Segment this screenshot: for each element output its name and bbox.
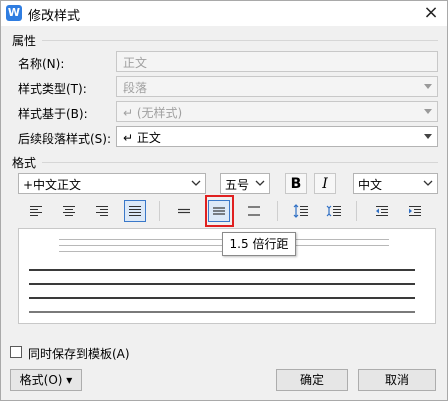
toolbar-separator <box>159 201 160 221</box>
preview-text-line <box>29 311 415 313</box>
save-to-template-label: 同时保存到模板(A) <box>28 347 130 361</box>
font-size-value: 五号 <box>225 178 250 192</box>
align-right-icon[interactable] <box>91 200 113 222</box>
font-value: +中文正文 <box>23 178 82 192</box>
align-center-icon[interactable] <box>58 200 80 222</box>
format-divider <box>42 162 438 163</box>
double-line-spacing-icon[interactable] <box>243 200 265 222</box>
wps-logo-icon: W <box>6 5 22 21</box>
toolbar-separator <box>356 201 357 221</box>
script-select[interactable]: 中文 <box>353 173 438 194</box>
window-title: 修改样式 <box>28 9 81 24</box>
font-size-select[interactable]: 五号 <box>220 173 270 194</box>
following-style-label: 后续段落样式(S): <box>18 132 112 146</box>
toolbar-separator <box>277 201 278 221</box>
following-style-value: ↵ 正文 <box>123 131 161 145</box>
close-icon[interactable]: × <box>420 2 442 24</box>
font-select[interactable]: +中文正文 <box>18 173 206 194</box>
based-on-label: 样式基于(B): <box>18 107 88 121</box>
line-spacing-tooltip: 1.5 倍行距 <box>222 232 296 256</box>
preview-text-line <box>29 269 415 271</box>
properties-divider <box>42 40 438 41</box>
format-menu-button[interactable]: 格式(O) ▾ <box>10 369 82 391</box>
dropdown-arrow-icon <box>424 134 432 139</box>
format-section-label: 格式 <box>12 156 37 170</box>
name-field[interactable]: 正文 <box>116 51 438 72</box>
ok-button[interactable]: 确定 <box>276 369 348 391</box>
highlight-box <box>205 195 234 227</box>
chevron-down-icon <box>423 180 433 186</box>
script-value: 中文 <box>358 178 383 192</box>
italic-button[interactable]: I <box>314 173 336 194</box>
properties-section-label: 属性 <box>12 34 37 48</box>
chevron-down-icon <box>191 180 201 186</box>
dropdown-arrow-icon <box>424 84 432 89</box>
name-field-value: 正文 <box>123 56 148 70</box>
align-left-icon[interactable] <box>25 200 47 222</box>
increase-indent-icon[interactable] <box>404 200 426 222</box>
save-to-template-checkbox[interactable] <box>10 346 22 358</box>
style-type-select[interactable]: 段落 <box>116 76 438 97</box>
name-label: 名称(N): <box>18 57 65 71</box>
increase-spacing-before-icon[interactable] <box>290 200 312 222</box>
based-on-select[interactable]: ↵ (无样式) <box>116 101 438 122</box>
decrease-indent-icon[interactable] <box>371 200 393 222</box>
preview-text-line <box>29 297 415 299</box>
chevron-down-icon <box>255 180 265 186</box>
following-style-select[interactable]: ↵ 正文 <box>116 126 438 147</box>
dropdown-arrow-icon <box>424 109 432 114</box>
single-line-spacing-icon[interactable] <box>173 200 195 222</box>
style-type-value: 段落 <box>123 81 148 95</box>
bold-button[interactable]: B <box>285 173 307 194</box>
based-on-value: ↵ (无样式) <box>123 106 183 120</box>
style-type-label: 样式类型(T): <box>18 82 87 96</box>
preview-text-line <box>29 283 415 285</box>
cancel-button[interactable]: 取消 <box>358 369 436 391</box>
align-justify-icon[interactable] <box>124 200 146 222</box>
decrease-spacing-before-icon[interactable] <box>323 200 345 222</box>
